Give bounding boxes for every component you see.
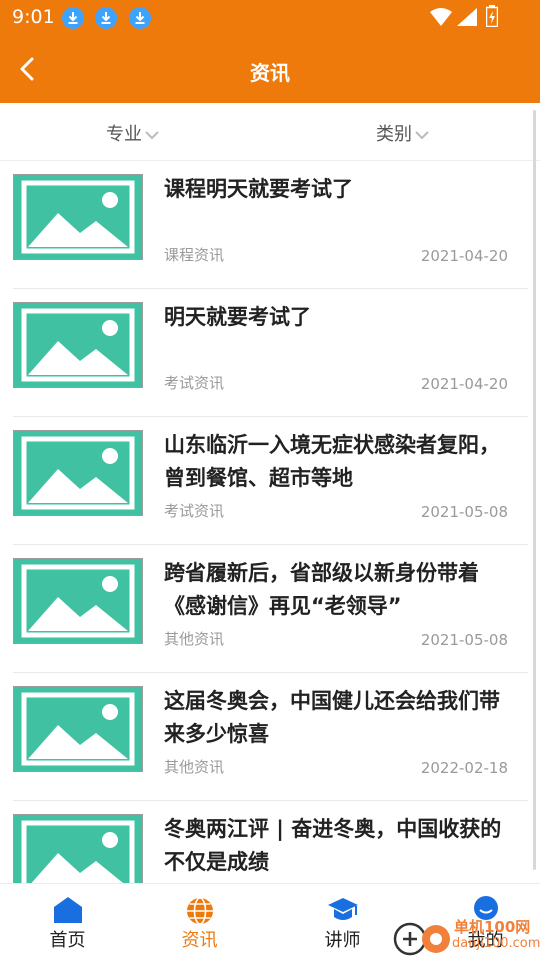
download-icon — [129, 7, 151, 29]
download-icon — [62, 7, 84, 29]
article-title: 明天就要考试了 — [164, 305, 311, 329]
watermark-logo: 单机100网 danji100.com — [392, 912, 540, 960]
image-placeholder-icon — [13, 814, 143, 883]
article-title: 课程明天就要考试了 — [164, 177, 353, 201]
image-placeholder-icon — [13, 430, 143, 516]
tab-label: 讲师 — [324, 930, 361, 951]
article-title: 冬奥两江评 | 奋进冬奥，中国收获的不仅是成绩 — [164, 817, 502, 874]
status-bar: 9:01 — [0, 0, 540, 36]
tab-home[interactable]: 首页 — [0, 884, 135, 960]
major-filter-label: 专业 — [106, 124, 142, 145]
major-filter-dropdown[interactable]: 专业 — [106, 120, 160, 146]
home-icon — [53, 897, 82, 923]
tab-label: 资讯 — [181, 930, 218, 951]
list-item[interactable]: 明天就要考试了 考试资讯 2021-04-20 — [0, 289, 540, 417]
category-filter-dropdown[interactable]: 类别 — [376, 120, 430, 146]
download-icon — [95, 7, 117, 29]
scrollbar[interactable] — [533, 110, 536, 870]
article-category: 其他资讯 — [164, 758, 225, 776]
status-time: 9:01 — [12, 6, 55, 28]
chevron-down-icon — [415, 131, 429, 140]
image-placeholder-icon — [13, 558, 143, 644]
watermark-text: 单机100网 — [454, 918, 531, 936]
graduation-cap-icon — [327, 898, 358, 920]
list-item[interactable]: 冬奥两江评 | 奋进冬奥，中国收获的不仅是成绩 — [0, 801, 540, 883]
article-category: 其他资讯 — [164, 630, 225, 648]
page-title: 资讯 — [250, 61, 290, 85]
signal-icon — [457, 8, 477, 26]
article-date: 2021-04-20 — [420, 375, 508, 393]
list-item[interactable]: 山东临沂一入境无症状感染者复阳，曾到餐馆、超市等地 考试资讯 2021-05-0… — [0, 417, 540, 545]
tab-news[interactable]: 资讯 — [132, 884, 267, 960]
tab-lecturers[interactable]: 讲师 — [275, 884, 410, 960]
chevron-down-icon — [145, 131, 159, 140]
list-item[interactable]: 跨省履新后，省部级以新身份带着《感谢信》再见“老领导” 其他资讯 2021-05… — [0, 545, 540, 673]
filter-bar: 专业 类别 — [0, 103, 540, 161]
tab-label: 首页 — [49, 930, 86, 951]
article-date: 2021-04-20 — [420, 247, 508, 265]
article-category: 考试资讯 — [164, 502, 225, 520]
article-date: 2021-05-08 — [420, 503, 508, 521]
article-title: 跨省履新后，省部级以新身份带着《感谢信》再见“老领导” — [164, 561, 479, 618]
article-category: 课程资讯 — [164, 246, 225, 264]
article-date: 2021-05-08 — [420, 631, 508, 649]
wifi-icon — [430, 8, 452, 26]
watermark-url: danji100.com — [452, 936, 540, 951]
category-filter-label: 类别 — [376, 124, 412, 145]
app-header: 9:01 资讯 — [0, 0, 540, 103]
list-item[interactable]: 这届冬奥会，中国健儿还会给我们带来多少惊喜 其他资讯 2022-02-18 — [0, 673, 540, 801]
article-date: 2022-02-18 — [420, 759, 508, 777]
image-placeholder-icon — [13, 174, 143, 260]
watermark-icon — [393, 922, 450, 956]
image-placeholder-icon — [13, 302, 143, 388]
image-placeholder-icon — [13, 686, 143, 772]
news-list[interactable]: 课程明天就要考试了 课程资讯 2021-04-20 明天就要考试了 考试资讯 2… — [0, 161, 540, 883]
article-category: 考试资讯 — [164, 374, 225, 392]
article-title: 山东临沂一入境无症状感染者复阳，曾到餐馆、超市等地 — [164, 433, 500, 490]
list-item[interactable]: 课程明天就要考试了 课程资讯 2021-04-20 — [0, 161, 540, 289]
battery-icon — [486, 5, 498, 27]
article-title: 这届冬奥会，中国健儿还会给我们带来多少惊喜 — [164, 689, 500, 746]
globe-icon — [186, 897, 213, 925]
